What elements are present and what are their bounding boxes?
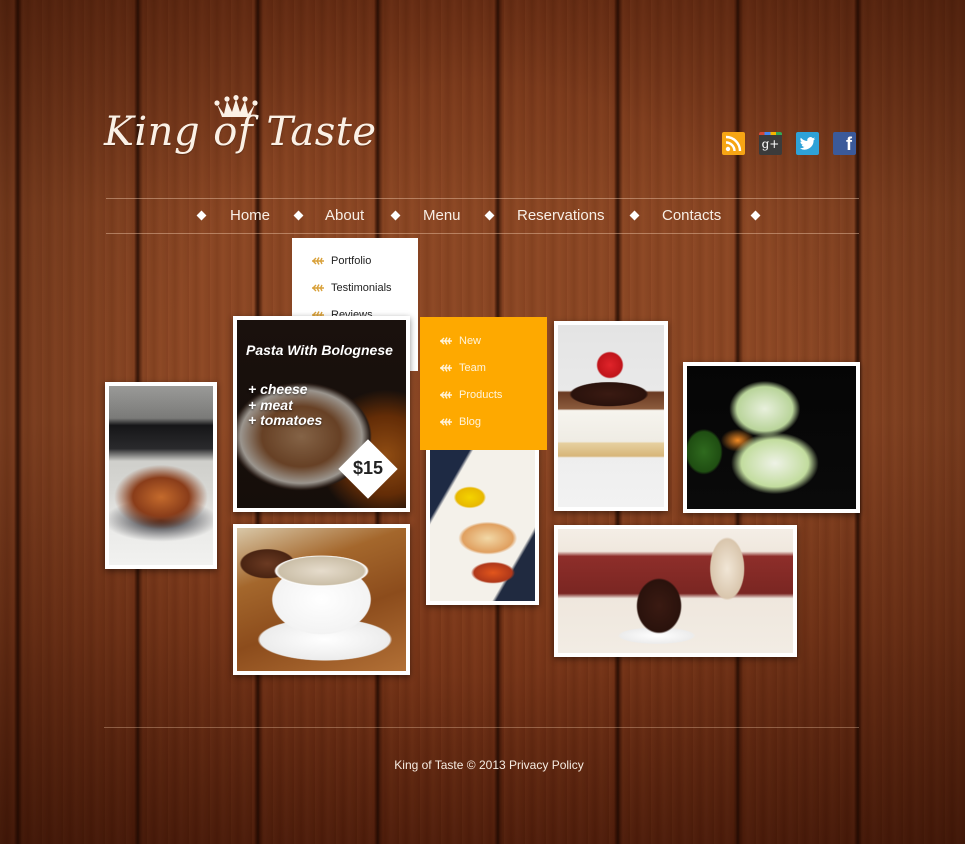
nav-reservations[interactable]: Reservations (517, 207, 605, 224)
diamond-icon (390, 210, 401, 221)
gallery-photo-dessert[interactable] (554, 321, 668, 511)
arrow-fleur-icon (440, 364, 452, 372)
arrow-fleur-icon (312, 257, 324, 265)
photo-image (109, 386, 213, 565)
diamond-icon (196, 210, 207, 221)
nav-menu[interactable]: Menu (423, 207, 461, 224)
arrow-fleur-icon (440, 391, 452, 399)
photo-image (687, 366, 856, 509)
main-nav: Home About Menu Reservations Contacts (106, 199, 859, 233)
photo-image (430, 444, 535, 601)
diamond-icon (629, 210, 640, 221)
photo-image: Pasta With Bolognese + cheese + meat + t… (237, 320, 406, 508)
twitter-icon[interactable] (796, 132, 819, 155)
featured-dish-extras: + cheese + meat + tomatoes (248, 381, 323, 429)
facebook-label: f (846, 134, 852, 154)
dropdown-item-label: Testimonials (331, 282, 392, 294)
dropdown-item-products[interactable]: Products (439, 389, 502, 401)
gallery-photo-coffee[interactable] (233, 524, 410, 675)
photo-image (558, 529, 793, 653)
menu-dropdown: New Team Products Blog (420, 317, 547, 450)
nav-about[interactable]: About (325, 207, 364, 224)
logo-text: King of Taste (104, 109, 377, 155)
extra-item: + cheese (248, 381, 308, 397)
photo-image (558, 325, 664, 507)
google-plus-label: g+ (761, 136, 780, 151)
arrow-fleur-icon (440, 418, 452, 426)
dropdown-item-label: Team (459, 362, 486, 374)
extra-item: + meat (248, 396, 293, 413)
diamond-icon (484, 210, 495, 221)
gallery-photo-spring-rolls[interactable] (683, 362, 860, 513)
facebook-icon[interactable]: f (833, 132, 856, 155)
footer-brand: King of Taste (394, 758, 464, 772)
dropdown-item-portfolio[interactable]: Portfolio (311, 255, 371, 267)
footer: King of Taste © 2013 Privacy Policy (0, 758, 965, 772)
gallery-photo-lobster[interactable] (426, 440, 539, 605)
dropdown-item-label: New (459, 335, 482, 347)
diamond-icon (293, 210, 304, 221)
dropdown-item-label: Portfolio (331, 255, 372, 267)
footer-copyright: © 2013 (466, 758, 506, 772)
social-links: g+ f (722, 132, 856, 155)
price-text: $15 (352, 458, 384, 478)
extra-item: + tomatoes (248, 412, 323, 428)
dropdown-item-team[interactable]: Team (439, 362, 486, 374)
dropdown-item-label: Blog (459, 416, 482, 428)
rss-icon[interactable] (722, 132, 745, 155)
diamond-icon (750, 210, 761, 221)
site-logo[interactable]: King of Taste (104, 95, 376, 175)
gallery-photo-seafood[interactable] (105, 382, 217, 569)
arrow-fleur-icon (312, 284, 324, 292)
nav-bottom-divider (106, 233, 859, 234)
dropdown-item-blog[interactable]: Blog (439, 416, 481, 428)
photo-image (237, 528, 406, 671)
nav-contacts[interactable]: Contacts (662, 207, 721, 224)
gallery-photo-muffin[interactable] (554, 525, 797, 657)
gallery-photo-pasta-featured[interactable]: Pasta With Bolognese + cheese + meat + t… (233, 316, 410, 512)
dropdown-item-testimonials[interactable]: Testimonials (311, 282, 392, 294)
arrow-fleur-icon (440, 337, 452, 345)
dropdown-item-label: Products (459, 389, 503, 401)
featured-dish-title: Pasta With Bolognese (246, 342, 393, 358)
footer-divider (104, 727, 859, 728)
dropdown-item-new[interactable]: New (439, 335, 481, 347)
nav-home[interactable]: Home (230, 207, 270, 224)
google-plus-icon[interactable]: g+ (759, 132, 782, 155)
privacy-policy-link[interactable]: Privacy Policy (509, 758, 584, 772)
